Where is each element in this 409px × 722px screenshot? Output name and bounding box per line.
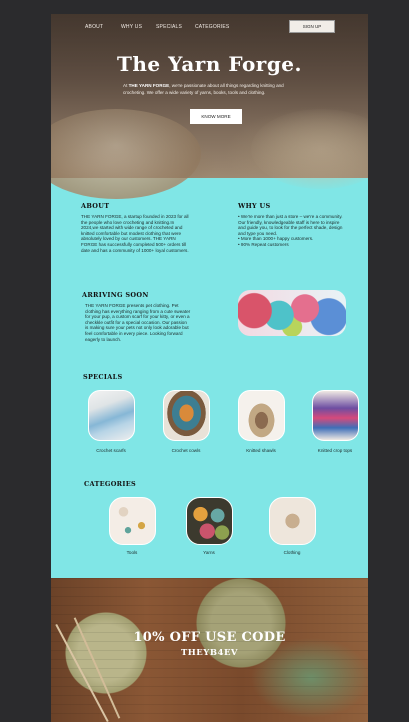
hero-overlay [51, 14, 368, 178]
why-us-item: • We're more than just a store – we're a… [238, 214, 343, 236]
specials-heading: SPECIALS [83, 373, 123, 381]
page: ABOUT WHY US SPECIALS CATEGORIES SIGN UP… [51, 14, 368, 722]
hero-title: The Yarn Forge. [117, 52, 302, 76]
promo-title: 10% OFF USE CODE [133, 630, 286, 645]
clothing-category-image[interactable] [269, 497, 316, 545]
category-label: Tools [126, 550, 138, 555]
special-label: Crochet scarfs [96, 448, 126, 453]
hero-subtitle: At THE YARN FORGE, we're passionate abou… [123, 83, 303, 96]
nav-about-link[interactable]: ABOUT [85, 24, 103, 30]
knitted-crop-top-image[interactable] [312, 390, 359, 441]
category-label: Clothing [283, 550, 301, 555]
about-text: THE YARN FORGE, a startup founded in 202… [81, 214, 189, 253]
arriving-soon-text: THE YARN FORGE presents pet clothing. Pe… [85, 303, 191, 342]
special-label: Knitted shawls [246, 448, 276, 453]
sign-up-button[interactable]: SIGN UP [289, 20, 335, 33]
special-label: Knitted crop tops [317, 448, 353, 453]
nav-categories-link[interactable]: CATEGORIES [195, 24, 229, 30]
special-label: Crochet cowls [171, 448, 201, 453]
why-us-item: • 90% Repeat customers [238, 241, 289, 247]
crochet-scarf-image[interactable] [88, 390, 135, 441]
why-us-list: • We're more than just a store – we're a… [238, 214, 346, 248]
hero-subtitle-brand: THE YARN FORGE [128, 83, 170, 88]
categories-heading: CATEGORIES [84, 480, 136, 488]
hero-banner: ABOUT WHY US SPECIALS CATEGORIES SIGN UP… [51, 14, 368, 199]
pet-clothing-image [238, 290, 346, 336]
arriving-soon-heading: ARRIVING SOON [82, 291, 149, 299]
know-more-button[interactable]: KNOW MORE [190, 109, 242, 124]
tools-category-image[interactable] [109, 497, 156, 545]
knitted-shawl-image[interactable] [238, 390, 285, 441]
nav-specials-link[interactable]: SPECIALS [156, 24, 182, 30]
crochet-cowl-image[interactable] [163, 390, 210, 441]
category-label: Yarns [203, 550, 215, 555]
why-us-heading: WHY US [238, 202, 271, 210]
promo-banner: 10% OFF USE CODE THEYB4EV [51, 578, 368, 722]
yarns-category-image[interactable] [186, 497, 233, 545]
promo-code: THEYB4EV [180, 648, 239, 658]
nav-why-us-link[interactable]: WHY US [121, 24, 142, 30]
about-heading: ABOUT [81, 202, 110, 210]
